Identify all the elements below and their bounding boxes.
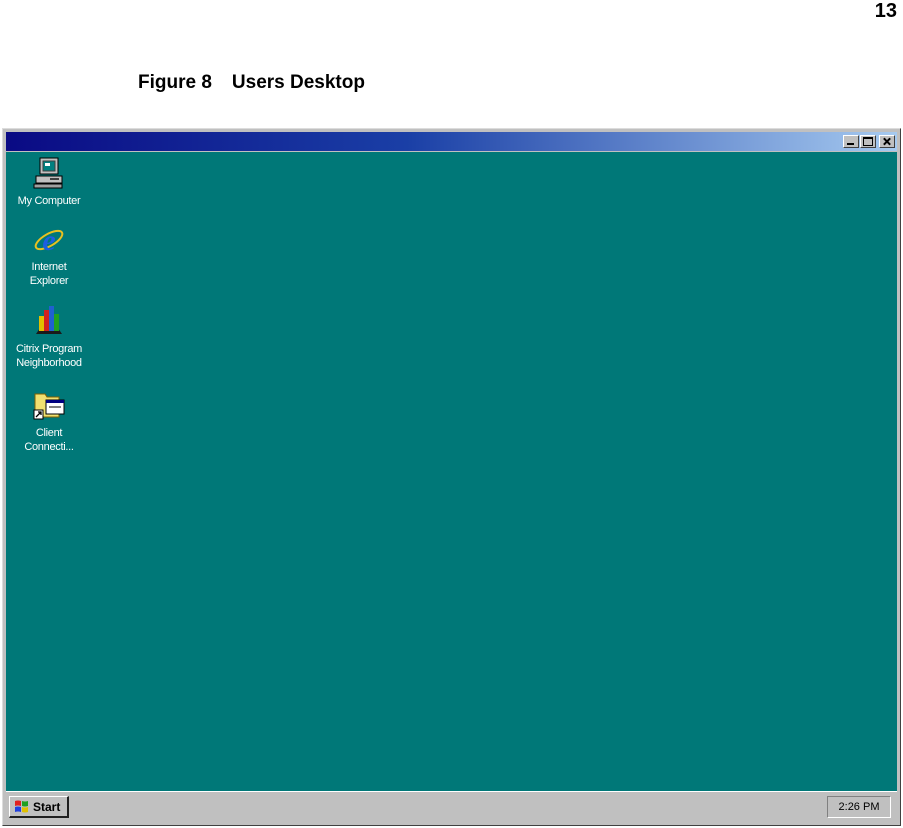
figure-number: Figure 8 — [138, 72, 212, 93]
figure-caption: Figure 8 Users Desktop — [138, 72, 365, 94]
icon-label-line1: Citrix Program — [15, 343, 83, 355]
windows-logo-icon — [15, 800, 28, 812]
maximize-icon[interactable] — [860, 135, 876, 148]
taskbar: Start 2:26 PM — [6, 791, 897, 822]
clock[interactable]: 2:26 PM — [839, 801, 880, 813]
client-connection-shortcut-icon — [33, 393, 65, 420]
start-label: Start — [33, 799, 61, 814]
system-tray: 2:26 PM — [827, 796, 891, 818]
desktop-icon-client-connection[interactable]: Client Connecti... — [6, 388, 92, 454]
icon-label-line1: Internet — [31, 261, 67, 273]
internet-explorer-icon: e — [34, 224, 64, 256]
minimize-icon[interactable] — [843, 135, 859, 148]
icon-label-line2: Explorer — [29, 275, 69, 287]
icon-label-line1: Client — [35, 427, 63, 439]
svg-text:e: e — [42, 224, 55, 256]
icon-label-line2: Connecti... — [24, 441, 74, 453]
figure-title: Users Desktop — [231, 72, 365, 93]
desktop-area[interactable]: My Computer e Internet Explorer Citrix P… — [6, 152, 897, 792]
desktop-icon-citrix-program-neighborhood[interactable]: Citrix Program Neighborhood — [6, 304, 92, 370]
icon-label-line1: My Computer — [17, 195, 81, 207]
page-number: 13 — [874, 0, 897, 22]
icon-label-line2: Neighborhood — [16, 357, 82, 369]
desktop-icon-internet-explorer[interactable]: e Internet Explorer — [6, 222, 92, 288]
desktop-icon-my-computer[interactable]: My Computer — [6, 156, 92, 208]
start-button[interactable]: Start — [9, 796, 69, 818]
computer-icon — [33, 157, 63, 189]
citrix-program-neighborhood-icon — [36, 306, 62, 334]
title-bar[interactable] — [6, 132, 897, 151]
desktop-window: My Computer e Internet Explorer Citrix P… — [2, 128, 901, 826]
close-icon[interactable] — [879, 135, 895, 148]
